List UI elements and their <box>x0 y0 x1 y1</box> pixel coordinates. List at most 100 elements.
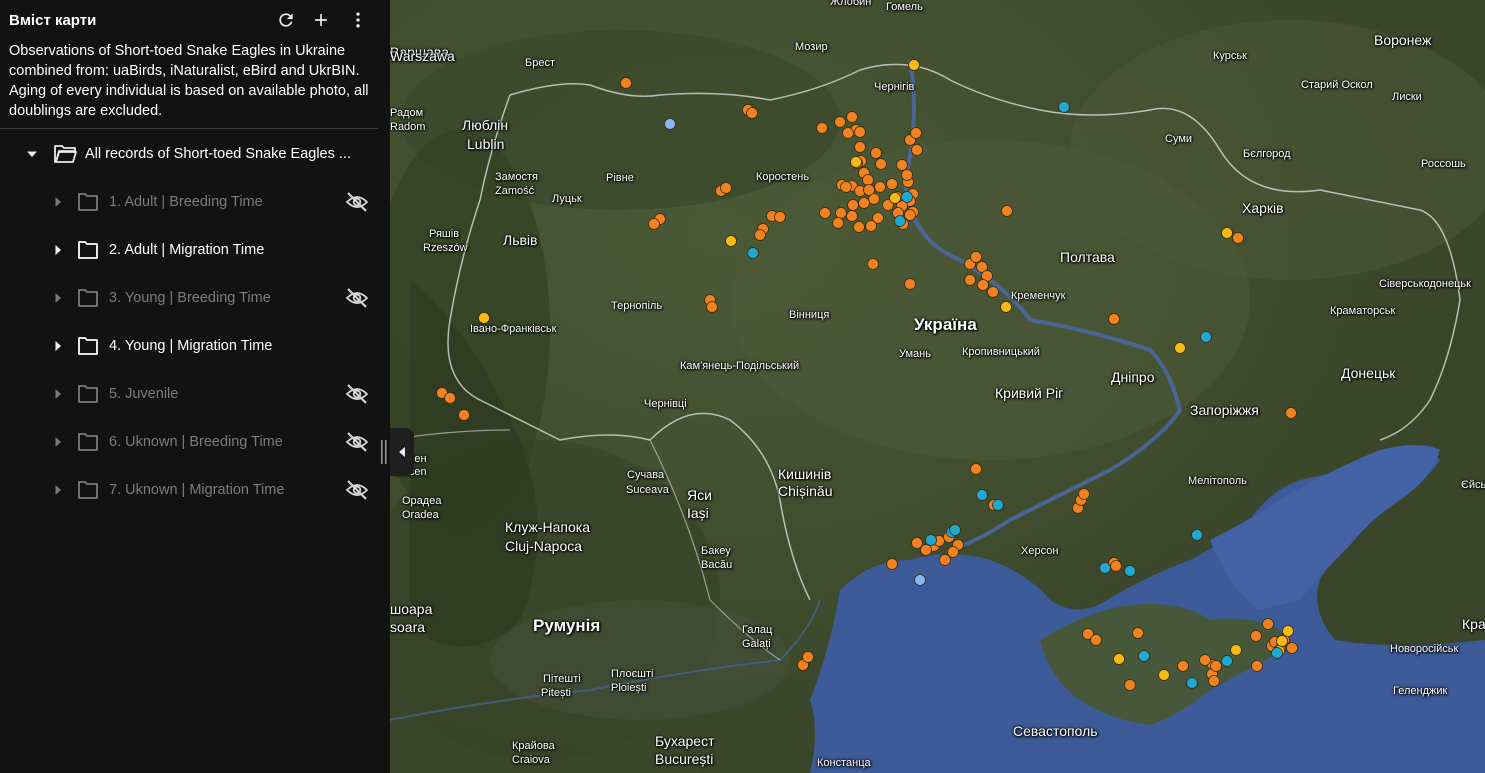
observation-marker-cyan[interactable] <box>949 524 961 536</box>
observation-marker-orange[interactable] <box>920 544 932 556</box>
observation-marker-orange[interactable] <box>1210 660 1222 672</box>
caret-right-icon[interactable] <box>52 340 64 352</box>
observation-marker-yellow[interactable] <box>889 192 901 204</box>
collapse-panel-button[interactable] <box>390 428 414 476</box>
observation-marker-orange[interactable] <box>874 181 886 193</box>
observation-marker-orange[interactable] <box>847 199 859 211</box>
observation-marker-orange[interactable] <box>840 181 852 193</box>
observation-marker-yellow[interactable] <box>1174 342 1186 354</box>
observation-marker-yellow[interactable] <box>850 156 862 168</box>
observation-marker-orange[interactable] <box>910 127 922 139</box>
visibility-off-icon[interactable] <box>345 383 369 405</box>
observation-marker-orange[interactable] <box>862 174 874 186</box>
observation-marker-cyan[interactable] <box>1058 101 1070 113</box>
observation-marker-orange[interactable] <box>706 301 718 313</box>
visibility-off-icon[interactable] <box>345 191 369 213</box>
observation-marker-orange[interactable] <box>1262 618 1274 630</box>
observation-marker-orange[interactable] <box>846 210 858 222</box>
observation-marker-lightblue[interactable] <box>664 118 676 130</box>
observation-marker-orange[interactable] <box>1177 660 1189 672</box>
root-folder-row[interactable]: All records of Short-toed Snake Eagles .… <box>0 134 390 174</box>
layer-row[interactable]: 6. Uknown | Breeding Time <box>0 422 390 462</box>
observation-marker-orange[interactable] <box>854 126 866 138</box>
observation-marker-cyan[interactable] <box>1200 331 1212 343</box>
observation-marker-cyan[interactable] <box>1099 562 1111 574</box>
observation-marker-yellow[interactable] <box>725 235 737 247</box>
observation-marker-orange[interactable] <box>970 463 982 475</box>
refresh-icon[interactable] <box>274 8 298 32</box>
layer-row[interactable]: 4. Young | Migration Time <box>0 326 390 366</box>
observation-marker-yellow[interactable] <box>1113 653 1125 665</box>
observation-marker-orange[interactable] <box>816 122 828 134</box>
observation-marker-yellow[interactable] <box>1282 625 1294 637</box>
observation-marker-orange[interactable] <box>1286 642 1298 654</box>
observation-marker-orange[interactable] <box>1208 675 1220 687</box>
observation-marker-orange[interactable] <box>1124 679 1136 691</box>
caret-right-icon[interactable] <box>52 436 64 448</box>
observation-marker-orange[interactable] <box>1250 630 1262 642</box>
layer-row[interactable]: 1. Adult | Breeding Time <box>0 182 390 222</box>
observation-marker-orange[interactable] <box>886 178 898 190</box>
observation-marker-yellow[interactable] <box>1276 635 1288 647</box>
caret-right-icon[interactable] <box>52 244 64 256</box>
observation-marker-orange[interactable] <box>939 554 951 566</box>
observation-marker-yellow[interactable] <box>1158 669 1170 681</box>
caret-down-icon[interactable] <box>26 148 38 160</box>
map-canvas[interactable]: Варшава Warszawa Брест Мозир Гомель Жлобин Кур… <box>390 0 1485 773</box>
observation-marker-orange[interactable] <box>720 182 732 194</box>
observation-marker-orange[interactable] <box>1232 232 1244 244</box>
observation-marker-orange[interactable] <box>1199 654 1211 666</box>
caret-right-icon[interactable] <box>52 484 64 496</box>
observation-marker-cyan[interactable] <box>1271 647 1283 659</box>
observation-marker-cyan[interactable] <box>747 247 759 259</box>
more-vert-icon[interactable] <box>346 8 370 32</box>
observation-marker-orange[interactable] <box>875 158 887 170</box>
observation-marker-orange[interactable] <box>648 218 660 230</box>
observation-marker-orange[interactable] <box>853 221 865 233</box>
observation-marker-orange[interactable] <box>1285 407 1297 419</box>
panel-resize-handle[interactable] <box>381 440 387 464</box>
observation-marker-orange[interactable] <box>819 207 831 219</box>
observation-marker-cyan[interactable] <box>1124 565 1136 577</box>
observation-marker-orange[interactable] <box>802 651 814 663</box>
observation-marker-orange[interactable] <box>867 258 879 270</box>
observation-marker-yellow[interactable] <box>1000 301 1012 313</box>
observation-marker-orange[interactable] <box>904 209 916 221</box>
observation-marker-cyan[interactable] <box>1221 655 1233 667</box>
observation-marker-orange[interactable] <box>858 197 870 209</box>
observation-marker-orange[interactable] <box>746 107 758 119</box>
observation-marker-orange[interactable] <box>1108 313 1120 325</box>
observation-marker-orange[interactable] <box>842 127 854 139</box>
observation-marker-orange[interactable] <box>834 116 846 128</box>
caret-right-icon[interactable] <box>52 196 64 208</box>
observation-marker-orange[interactable] <box>865 220 877 232</box>
observation-marker-orange[interactable] <box>620 77 632 89</box>
observation-marker-cyan[interactable] <box>992 499 1004 511</box>
observation-marker-orange[interactable] <box>911 537 923 549</box>
observation-marker-orange[interactable] <box>1110 560 1122 572</box>
observation-marker-orange[interactable] <box>977 279 989 291</box>
layer-row[interactable]: 5. Juvenile <box>0 374 390 414</box>
observation-marker-orange[interactable] <box>774 211 786 223</box>
observation-marker-orange[interactable] <box>970 251 982 263</box>
observation-marker-cyan[interactable] <box>1138 650 1150 662</box>
layer-row[interactable]: 3. Young | Breeding Time <box>0 278 390 318</box>
observation-marker-yellow[interactable] <box>1221 227 1233 239</box>
observation-marker-orange[interactable] <box>1090 634 1102 646</box>
observation-marker-orange[interactable] <box>832 217 844 229</box>
layer-row[interactable]: 2. Adult | Migration Time <box>0 230 390 270</box>
plus-icon[interactable] <box>309 8 333 32</box>
observation-marker-orange[interactable] <box>1001 205 1013 217</box>
observation-marker-orange[interactable] <box>863 184 875 196</box>
visibility-off-icon[interactable] <box>345 479 369 501</box>
caret-right-icon[interactable] <box>52 292 64 304</box>
observation-marker-orange[interactable] <box>458 409 470 421</box>
observation-marker-orange[interactable] <box>754 229 766 241</box>
observation-marker-cyan[interactable] <box>894 215 906 227</box>
observation-marker-orange[interactable] <box>896 159 908 171</box>
visibility-off-icon[interactable] <box>345 287 369 309</box>
observation-marker-orange[interactable] <box>1078 488 1090 500</box>
observation-marker-orange[interactable] <box>901 169 913 181</box>
observation-marker-cyan[interactable] <box>1186 677 1198 689</box>
observation-marker-orange[interactable] <box>911 144 923 156</box>
